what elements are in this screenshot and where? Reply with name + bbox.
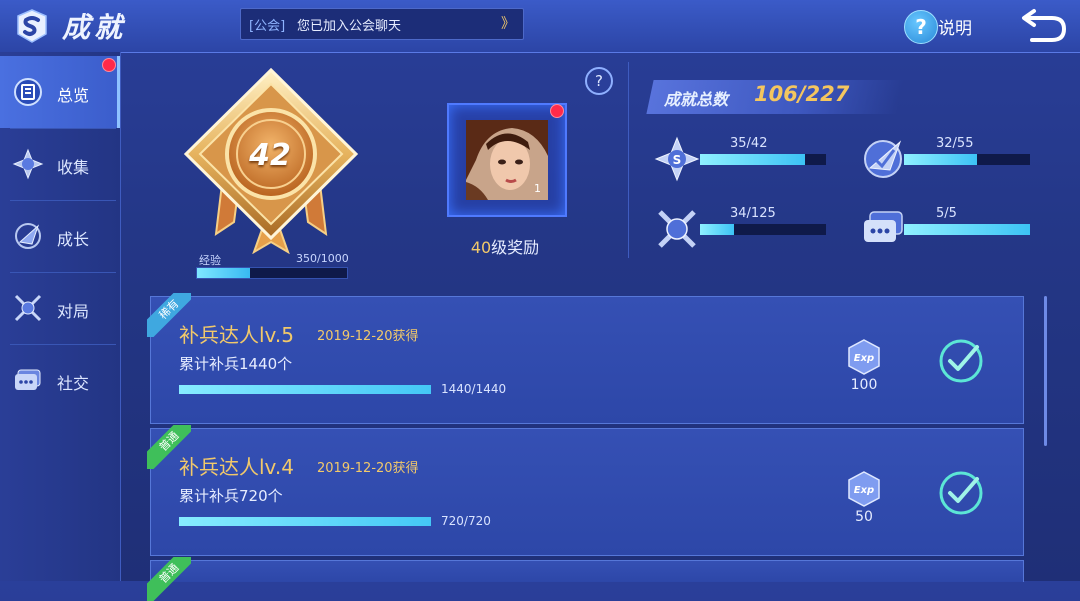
svg-text:S: S xyxy=(673,153,682,167)
exp-icon: Exp xyxy=(848,471,880,507)
exp-progress-fill xyxy=(197,268,250,278)
notification-dot xyxy=(102,58,116,72)
sidebar-item-social[interactable]: 社交 xyxy=(0,344,120,416)
growth-icon[interactable] xyxy=(860,136,906,182)
stat-battle-bar xyxy=(700,224,826,235)
help-button[interactable]: 说明 xyxy=(938,14,972,39)
exp-reward-value: 100 xyxy=(850,377,878,393)
sidebar-item-label: 社交 xyxy=(57,374,90,393)
social-icon[interactable] xyxy=(860,206,906,252)
growth-icon xyxy=(15,223,41,249)
exp-icon: Exp xyxy=(848,339,880,375)
achievement-card[interactable]: 普通 补兵达人lv.4 2019-12-20获得 累计补兵720个 720/72… xyxy=(147,425,1024,556)
app-logo-icon xyxy=(17,9,47,43)
achievement-card[interactable]: 普通 xyxy=(147,557,1024,601)
stat-social-fill xyxy=(904,224,1030,235)
stat-social-bar xyxy=(904,224,1030,235)
sidebar-item-label: 收集 xyxy=(57,158,90,177)
achievement-date: 2019-12-20获得 xyxy=(317,461,419,476)
page-title: 成就 xyxy=(62,11,127,44)
stat-collection-fill xyxy=(700,154,805,165)
check-circle-icon xyxy=(939,339,983,383)
guild-notice-bar[interactable]: [公会] 您已加入公会聊天 》 xyxy=(240,8,524,40)
reward-label: 级奖励 xyxy=(491,238,540,257)
total-label: 成就总数 xyxy=(664,90,729,109)
sidebar-item-growth[interactable]: 成长 xyxy=(0,200,120,272)
level-reward-label: 40级奖励 xyxy=(440,234,570,258)
stat-growth-value: 32/55 xyxy=(936,136,974,151)
stat-growth-bar xyxy=(904,154,1030,165)
achievement-progress-bar xyxy=(179,517,431,526)
notice-tag: [公会] xyxy=(249,19,286,34)
sidebar-item-label: 成长 xyxy=(57,230,90,249)
exp-progress-bar xyxy=(196,267,348,279)
achievement-desc: 累计补兵1440个 xyxy=(179,355,293,373)
svg-text:Exp: Exp xyxy=(854,485,874,496)
achievement-progress-fill xyxy=(179,517,431,526)
sidebar-item-label: 对局 xyxy=(57,302,90,321)
achievement-date: 2019-12-20获得 xyxy=(317,329,419,344)
help-icon[interactable]: ? xyxy=(904,10,938,44)
rarity-badge: 普通 xyxy=(147,557,191,601)
sidebar: 总览 收集 成长 对局 社交 xyxy=(0,52,121,581)
rarity-label: 普通 xyxy=(147,557,191,601)
achievement-progress-bar xyxy=(179,385,431,394)
achievement-progress-fill xyxy=(179,385,431,394)
stat-social-value: 5/5 xyxy=(936,206,957,221)
reward-level: 40 xyxy=(470,238,492,257)
social-icon xyxy=(15,369,41,390)
total-value: 106/227 xyxy=(754,82,850,106)
exp-label: 经验 xyxy=(199,254,221,267)
battle-icon xyxy=(14,294,42,322)
svg-text:Exp: Exp xyxy=(854,353,874,364)
stat-collection-bar xyxy=(700,154,826,165)
scrollbar[interactable] xyxy=(1044,296,1047,446)
exp-reward-value: 50 xyxy=(855,509,873,525)
collection-icon xyxy=(12,148,44,180)
overview-icon xyxy=(14,78,42,106)
notice-text: 您已加入公会聊天 xyxy=(297,19,402,34)
achievement-title: 补兵达人lv.5 xyxy=(179,323,294,347)
double-chevron-icon: 》 xyxy=(501,16,515,32)
achievement-card[interactable]: 稀有 补兵达人lv.5 2019-12-20获得 累计补兵1440个 1440/… xyxy=(147,293,1024,424)
battle-icon[interactable] xyxy=(654,206,700,252)
achievement-progress-text: 1440/1440 xyxy=(441,382,507,396)
sidebar-item-overview[interactable]: 总览 xyxy=(0,56,120,128)
achievement-desc: 累计补兵720个 xyxy=(179,487,283,505)
sidebar-item-label: 总览 xyxy=(57,86,90,105)
achievement-title: 补兵达人lv.4 xyxy=(179,455,294,479)
check-circle-icon xyxy=(939,471,983,515)
reward-help-icon[interactable]: ? xyxy=(585,67,613,95)
stat-growth-fill xyxy=(904,154,978,165)
player-level: 42 xyxy=(249,138,291,173)
achievement-progress-text: 720/720 xyxy=(441,514,491,528)
stat-collection-value: 35/42 xyxy=(730,136,768,151)
notification-dot xyxy=(550,104,564,118)
top-bar: 成就 [公会] 您已加入公会聊天 》 ? 说明 xyxy=(0,0,1080,53)
back-arrow-icon[interactable] xyxy=(1018,8,1068,44)
collection-icon[interactable]: S xyxy=(654,136,700,182)
divider xyxy=(628,62,629,258)
stat-battle-value: 34/125 xyxy=(730,206,776,221)
exp-value: 350/1000 xyxy=(296,252,349,265)
sidebar-item-battle[interactable]: 对局 xyxy=(0,272,120,344)
sidebar-item-collection[interactable]: 收集 xyxy=(0,128,120,200)
reward-count: 1 xyxy=(534,182,541,195)
stat-battle-fill xyxy=(700,224,735,235)
